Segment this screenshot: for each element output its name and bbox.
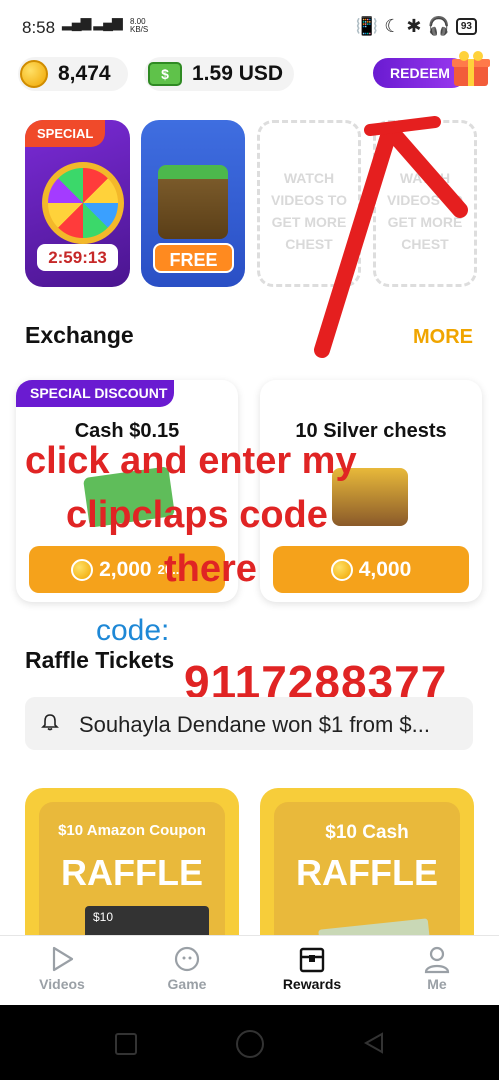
winner-ticker: Souhayla Dendane won $1 from $... bbox=[25, 697, 473, 750]
exchange-more-link[interactable]: MORE bbox=[413, 326, 473, 349]
overlay-text-line3: there bbox=[164, 548, 257, 590]
bottom-nav: Videos Game Rewards Me bbox=[0, 935, 499, 1006]
game-icon bbox=[174, 946, 200, 972]
nav-label: Videos bbox=[39, 976, 85, 992]
headphones-icon: 🎧 bbox=[427, 16, 450, 36]
overlay-text-line1: click and enter my bbox=[25, 440, 357, 482]
nav-rewards[interactable]: Rewards bbox=[250, 936, 374, 1006]
status-bar: 8:58 ▂▄▆ ▂▄▆ 8.00 KB/S 📳 ☾ ✱ 🎧 93 bbox=[0, 0, 499, 56]
usd-balance[interactable]: $ 1.59 USD bbox=[144, 57, 294, 91]
exchange-price: 4,000 bbox=[358, 557, 412, 581]
raffle-label: RAFFLE bbox=[61, 852, 203, 893]
person-icon bbox=[424, 946, 450, 974]
signal-icon: ▂▄▆ ▂▄▆ bbox=[62, 14, 123, 30]
chest-icon bbox=[158, 165, 228, 239]
nav-label: Me bbox=[427, 976, 447, 992]
nav-label: Game bbox=[167, 976, 207, 992]
nav-videos[interactable]: Videos bbox=[0, 936, 124, 1006]
spin-timer: 2:59:13 bbox=[37, 244, 118, 271]
special-discount-tag: SPECIAL DISCOUNT bbox=[16, 380, 174, 407]
nav-label: Rewards bbox=[282, 976, 342, 992]
nav-me[interactable]: Me bbox=[375, 936, 499, 1006]
raffle-subtitle: $10 Amazon Coupon bbox=[58, 822, 206, 839]
vibrate-icon: 📳 bbox=[355, 16, 379, 36]
exchange-buy-button[interactable]: 4,000 bbox=[273, 546, 469, 593]
nav-game[interactable]: Game bbox=[125, 936, 249, 1006]
ticker-text: Souhayla Dendane won $1 from $... bbox=[79, 712, 431, 737]
free-chest-button[interactable]: FREE bbox=[153, 243, 234, 273]
chest-icon bbox=[299, 947, 325, 973]
system-nav-bar bbox=[0, 1005, 499, 1080]
coin-balance-value: 8,474 bbox=[58, 62, 111, 85]
home-icon[interactable] bbox=[236, 1030, 264, 1058]
play-icon bbox=[52, 946, 74, 972]
raffle-card-amazon[interactable]: $10 Amazon Coupon RAFFLE $10 bbox=[25, 788, 239, 958]
code-label: code: bbox=[96, 614, 170, 647]
raffle-title: Raffle Tickets bbox=[25, 647, 175, 673]
bell-icon bbox=[41, 714, 59, 731]
usd-balance-value: 1.59 USD bbox=[192, 62, 284, 85]
coin-balance[interactable]: 8,474 bbox=[18, 57, 128, 91]
bluetooth-icon: ✱ bbox=[406, 16, 422, 36]
raffle-card-cash[interactable]: $10 Cash RAFFLE bbox=[260, 788, 474, 958]
wheel-icon bbox=[42, 162, 124, 244]
overlay-text-line2: clipclaps code bbox=[66, 494, 328, 536]
cash-icon: $ bbox=[148, 62, 182, 86]
coin-icon bbox=[20, 60, 48, 88]
amazon-card-value: $10 bbox=[93, 910, 114, 924]
battery-icon: 93 bbox=[455, 18, 477, 35]
gift-icon[interactable] bbox=[450, 48, 492, 88]
coin-icon bbox=[330, 558, 353, 581]
status-icons: 📳 ☾ ✱ 🎧 93 bbox=[356, 16, 477, 37]
exchange-price: 2,000 bbox=[99, 557, 152, 581]
coin-icon bbox=[71, 558, 94, 581]
raffle-label: RAFFLE bbox=[296, 852, 438, 893]
recent-apps-icon[interactable] bbox=[115, 1033, 137, 1055]
raffle-subtitle: $10 Cash bbox=[325, 822, 409, 843]
special-tag: SPECIAL bbox=[25, 120, 106, 147]
moon-icon: ☾ bbox=[384, 16, 401, 36]
network-speed: 8.00 KB/S bbox=[130, 17, 149, 34]
status-time: 8:58 bbox=[22, 18, 56, 37]
exchange-title: Exchange bbox=[25, 322, 134, 348]
back-icon[interactable] bbox=[362, 1031, 386, 1055]
